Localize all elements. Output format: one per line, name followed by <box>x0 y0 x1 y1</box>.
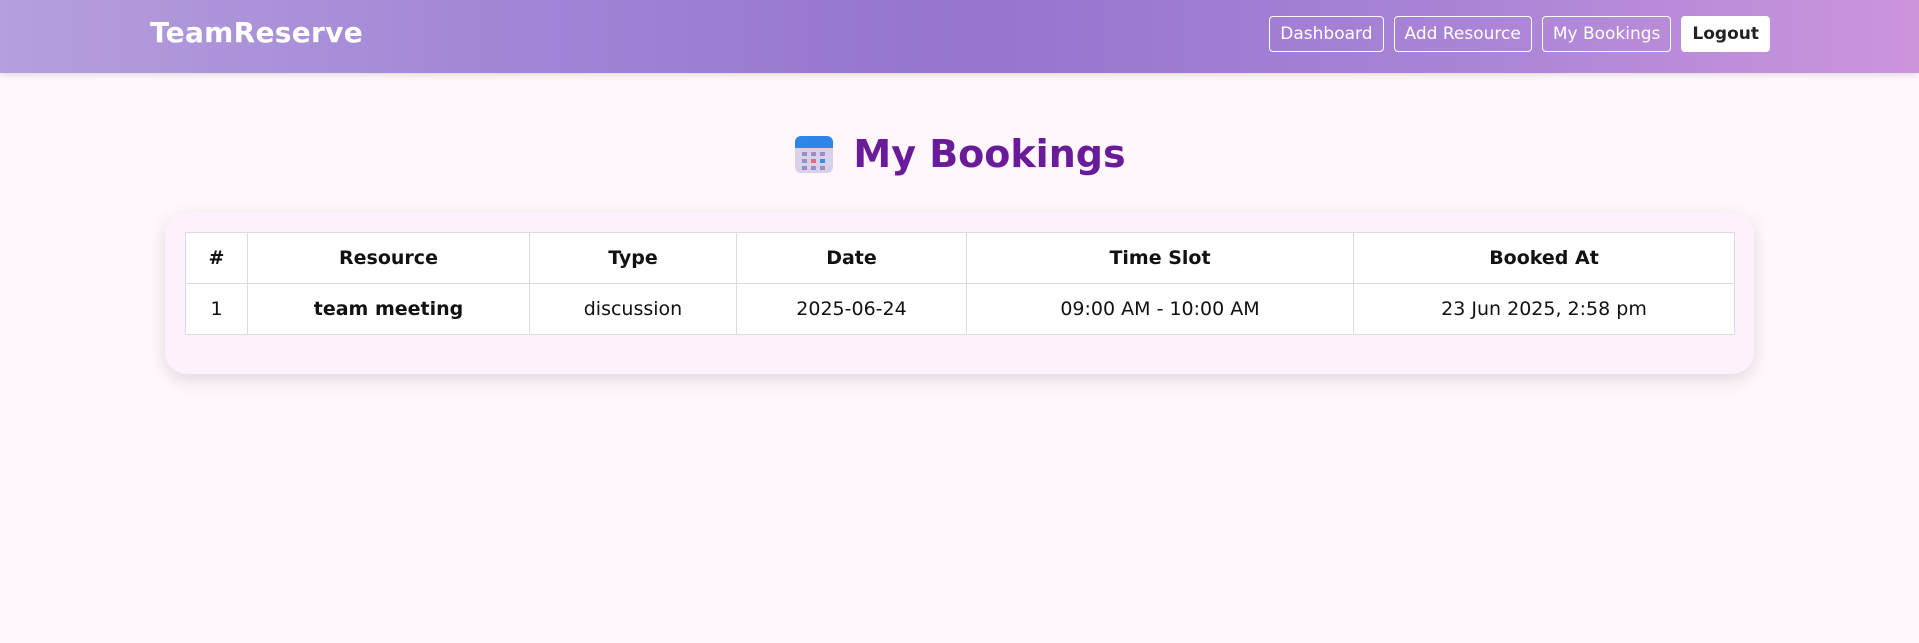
nav-add-resource-button[interactable]: Add Resource <box>1393 16 1532 52</box>
brand-logo-text[interactable]: TeamReserve <box>150 16 363 49</box>
bookings-card: # Resource Type Date Time Slot Booked At… <box>165 212 1754 374</box>
nav-my-bookings-button[interactable]: My Bookings <box>1541 16 1672 52</box>
cell-resource: team meeting <box>247 283 530 335</box>
logout-button[interactable]: Logout <box>1681 16 1770 52</box>
cell-type: discussion <box>529 283 737 335</box>
cell-index: 1 <box>185 283 248 335</box>
nav-dashboard-button[interactable]: Dashboard <box>1269 16 1384 52</box>
top-navbar: TeamReserve Dashboard Add Resource My Bo… <box>0 0 1919 73</box>
cell-time-slot: 09:00 AM - 10:00 AM <box>966 283 1354 335</box>
calendar-icon <box>795 136 834 173</box>
col-header-index: # <box>185 232 248 284</box>
cell-date: 2025-06-24 <box>736 283 967 335</box>
col-header-booked-at: Booked At <box>1353 232 1735 284</box>
page-heading: My Bookings <box>0 132 1919 176</box>
bookings-table: # Resource Type Date Time Slot Booked At… <box>185 232 1735 335</box>
table-header-row: # Resource Type Date Time Slot Booked At <box>185 232 1735 284</box>
page-title: My Bookings <box>853 132 1126 176</box>
table-row: 1 team meeting discussion 2025-06-24 09:… <box>185 283 1735 335</box>
nav-links: Dashboard Add Resource My Bookings Logou… <box>1269 16 1770 52</box>
col-header-type: Type <box>529 232 737 284</box>
col-header-date: Date <box>736 232 967 284</box>
col-header-resource: Resource <box>247 232 530 284</box>
col-header-time-slot: Time Slot <box>966 232 1354 284</box>
cell-booked-at: 23 Jun 2025, 2:58 pm <box>1353 283 1735 335</box>
